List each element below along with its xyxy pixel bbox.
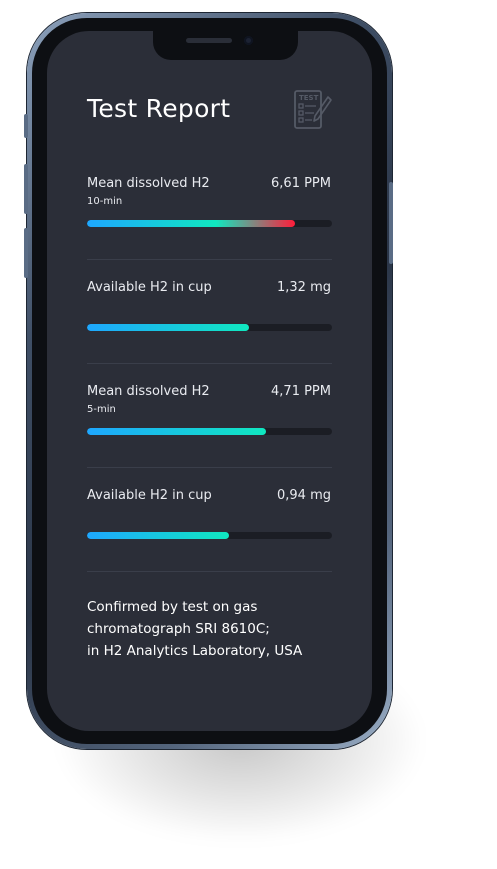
metric-value: 6,61 PPM	[271, 176, 331, 191]
page-title: Test Report	[87, 94, 231, 123]
footnote-line: in H2 Analytics Laboratory, USA	[87, 643, 303, 659]
icon-text: TEST	[299, 94, 319, 102]
footnote-line: Confirmed by test on gas	[87, 599, 258, 615]
silent-switch	[24, 114, 28, 138]
metric-label: Mean dissolved H2	[87, 384, 210, 399]
progress-bar-fill	[87, 532, 230, 539]
divider	[87, 571, 332, 572]
divider	[87, 467, 332, 468]
metric-sublabel: 5-min	[87, 404, 116, 415]
volume-up-button	[24, 164, 28, 214]
metric-sublabel: 10-min	[87, 196, 123, 207]
footnote: Confirmed by test on gas chromatograph S…	[87, 596, 347, 662]
metric-value: 0,94 mg	[277, 488, 331, 503]
front-camera	[244, 36, 253, 45]
footnote-line: chromatograph SRI 8610C;	[87, 621, 270, 637]
metric-label: Mean dissolved H2	[87, 176, 210, 191]
notch	[153, 31, 298, 60]
progress-bar	[87, 220, 332, 227]
metric-value: 1,32 mg	[277, 280, 331, 295]
volume-down-button	[24, 228, 28, 278]
divider	[87, 363, 332, 364]
progress-bar-fill	[87, 220, 296, 227]
metric-value: 4,71 PPM	[271, 384, 331, 399]
phone-mockup: Test Report TEST Mean dissolved H2 10-mi…	[0, 0, 497, 869]
test-checklist-icon: TEST	[294, 90, 332, 129]
progress-bar-fill	[87, 428, 266, 435]
progress-bar	[87, 532, 332, 539]
power-button	[389, 182, 393, 264]
metric-label: Available H2 in cup	[87, 488, 212, 503]
speaker-grille	[186, 38, 232, 43]
divider	[87, 259, 332, 260]
progress-bar	[87, 324, 332, 331]
metric-label: Available H2 in cup	[87, 280, 212, 295]
progress-bar-fill	[87, 324, 249, 331]
progress-bar	[87, 428, 332, 435]
